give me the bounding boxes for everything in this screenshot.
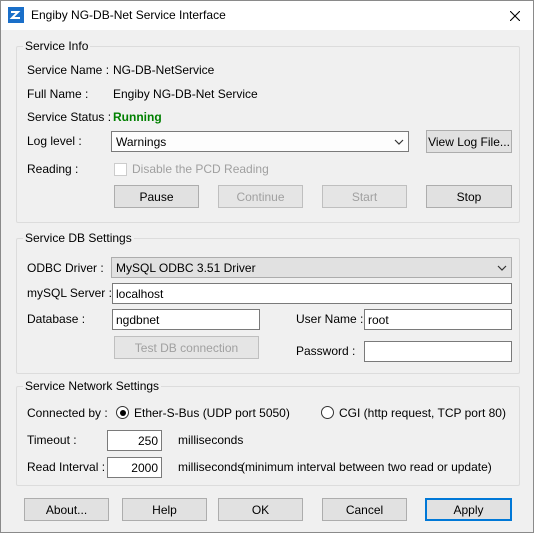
- read-interval-input[interactable]: [107, 457, 162, 478]
- test-db-connection-button[interactable]: Test DB connection: [114, 336, 259, 359]
- window-title: Engiby NG-DB-Net Service Interface: [31, 8, 226, 22]
- cancel-button[interactable]: Cancel: [322, 498, 407, 521]
- pause-button[interactable]: Pause: [114, 185, 199, 208]
- reading-label: Reading :: [27, 162, 79, 176]
- db-settings-legend: Service DB Settings: [23, 231, 134, 245]
- read-interval-note: (minimum interval between two read or up…: [241, 460, 492, 474]
- log-level-selected: Warnings: [116, 135, 167, 149]
- full-name-value: Engiby NG-DB-Net Service: [113, 87, 258, 101]
- cgi-radio[interactable]: [321, 406, 334, 419]
- timeout-label: Timeout :: [27, 433, 77, 447]
- mysql-server-label: mySQL Server :: [27, 286, 112, 300]
- network-settings-legend: Service Network Settings: [23, 379, 162, 393]
- chevron-down-icon: [497, 265, 507, 271]
- continue-button[interactable]: Continue: [218, 185, 303, 208]
- service-status-value: Running: [113, 110, 162, 124]
- timeout-unit: milliseconds: [178, 433, 244, 447]
- odbc-driver-label: ODBC Driver :: [27, 261, 104, 275]
- service-interface-window: Engiby NG-DB-Net Service Interface Servi…: [0, 0, 534, 533]
- stop-button[interactable]: Stop: [426, 185, 512, 208]
- service-status-label: Service Status :: [27, 110, 112, 124]
- service-name-label: Service Name :: [27, 63, 110, 77]
- ether-s-bus-radio[interactable]: [116, 406, 129, 419]
- ok-button[interactable]: OK: [218, 498, 303, 521]
- password-input[interactable]: [364, 341, 512, 362]
- close-button[interactable]: [497, 1, 533, 30]
- disable-pcd-label: Disable the PCD Reading: [132, 162, 269, 176]
- log-level-select[interactable]: Warnings: [111, 131, 409, 152]
- service-name-value: NG-DB-NetService: [113, 63, 215, 77]
- log-level-label: Log level :: [27, 134, 82, 148]
- about-button[interactable]: About...: [24, 498, 109, 521]
- database-input[interactable]: [112, 309, 260, 330]
- password-label: Password :: [296, 344, 356, 358]
- apply-button[interactable]: Apply: [425, 498, 512, 521]
- app-icon: [8, 7, 24, 23]
- username-label: User Name :: [296, 312, 364, 326]
- odbc-driver-selected: MySQL ODBC 3.51 Driver: [116, 261, 256, 275]
- connected-by-label: Connected by :: [27, 406, 108, 420]
- title-bar[interactable]: Engiby NG-DB-Net Service Interface: [1, 1, 533, 30]
- view-log-file-button[interactable]: View Log File...: [426, 130, 512, 153]
- disable-pcd-checkbox[interactable]: [114, 163, 127, 176]
- database-label: Database :: [27, 312, 86, 326]
- close-icon: [510, 10, 520, 21]
- chevron-down-icon: [394, 139, 404, 145]
- mysql-server-input[interactable]: [112, 283, 512, 304]
- help-button[interactable]: Help: [122, 498, 207, 521]
- full-name-label: Full Name :: [27, 87, 89, 101]
- odbc-driver-select[interactable]: MySQL ODBC 3.51 Driver: [111, 257, 512, 278]
- username-input[interactable]: [364, 309, 512, 330]
- read-interval-label: Read Interval :: [27, 460, 106, 474]
- service-info-legend: Service Info: [23, 39, 91, 53]
- cgi-label: CGI (http request, TCP port 80): [339, 406, 506, 420]
- start-button[interactable]: Start: [322, 185, 407, 208]
- ether-s-bus-label: Ether-S-Bus (UDP port 5050): [134, 406, 290, 420]
- timeout-input[interactable]: [107, 430, 162, 451]
- read-interval-unit: milliseconds: [178, 460, 244, 474]
